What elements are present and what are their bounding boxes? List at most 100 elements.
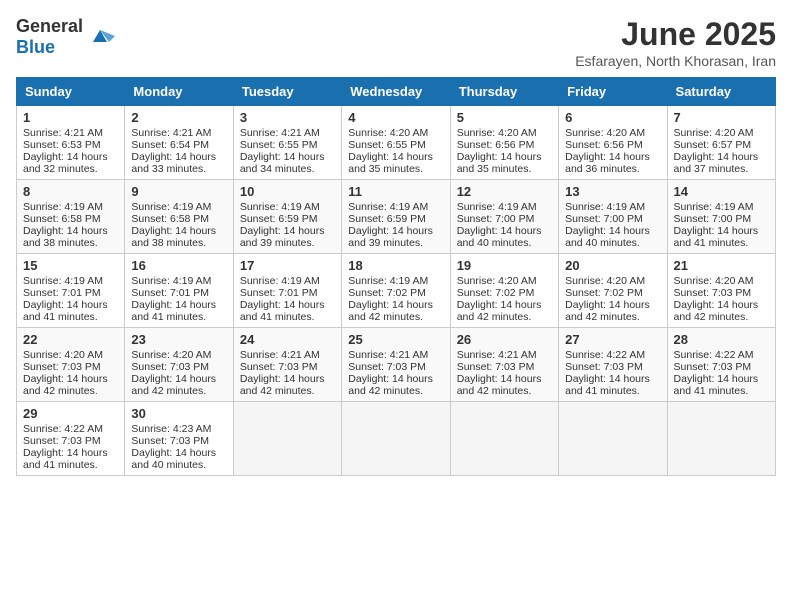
day-detail: Daylight: 14 hours: [565, 151, 660, 163]
day-detail: Daylight: 14 hours: [131, 373, 226, 385]
weekday-monday: Monday: [125, 78, 233, 106]
day-detail: and 40 minutes.: [565, 237, 660, 249]
day-detail: Sunset: 7:03 PM: [23, 361, 118, 373]
day-detail: and 39 minutes.: [240, 237, 335, 249]
calendar-cell: 10Sunrise: 4:19 AMSunset: 6:59 PMDayligh…: [233, 180, 341, 254]
weekday-sunday: Sunday: [17, 78, 125, 106]
calendar-cell: 24Sunrise: 4:21 AMSunset: 7:03 PMDayligh…: [233, 328, 341, 402]
day-detail: Daylight: 14 hours: [674, 225, 769, 237]
day-detail: Sunrise: 4:21 AM: [131, 127, 226, 139]
calendar-cell: 22Sunrise: 4:20 AMSunset: 7:03 PMDayligh…: [17, 328, 125, 402]
day-detail: and 39 minutes.: [348, 237, 443, 249]
day-detail: Daylight: 14 hours: [457, 225, 552, 237]
day-detail: Sunset: 6:56 PM: [457, 139, 552, 151]
day-detail: and 42 minutes.: [240, 385, 335, 397]
day-detail: Daylight: 14 hours: [23, 151, 118, 163]
day-detail: Sunset: 7:03 PM: [674, 287, 769, 299]
calendar-cell: 6Sunrise: 4:20 AMSunset: 6:56 PMDaylight…: [559, 106, 667, 180]
day-detail: Sunrise: 4:21 AM: [348, 349, 443, 361]
day-detail: Sunrise: 4:21 AM: [457, 349, 552, 361]
day-detail: Daylight: 14 hours: [674, 151, 769, 163]
weekday-tuesday: Tuesday: [233, 78, 341, 106]
day-number: 5: [457, 110, 552, 125]
day-detail: Daylight: 14 hours: [23, 225, 118, 237]
day-detail: Daylight: 14 hours: [348, 373, 443, 385]
day-number: 20: [565, 258, 660, 273]
day-number: 2: [131, 110, 226, 125]
day-detail: Sunset: 6:59 PM: [240, 213, 335, 225]
calendar-cell: [450, 402, 558, 476]
calendar-cell: [667, 402, 775, 476]
day-detail: and 38 minutes.: [131, 237, 226, 249]
day-detail: Sunrise: 4:19 AM: [565, 201, 660, 213]
day-detail: and 42 minutes.: [23, 385, 118, 397]
day-detail: Sunset: 7:00 PM: [457, 213, 552, 225]
calendar-cell: 16Sunrise: 4:19 AMSunset: 7:01 PMDayligh…: [125, 254, 233, 328]
day-detail: Daylight: 14 hours: [565, 225, 660, 237]
calendar-cell: 17Sunrise: 4:19 AMSunset: 7:01 PMDayligh…: [233, 254, 341, 328]
day-detail: Sunrise: 4:21 AM: [23, 127, 118, 139]
calendar-cell: 7Sunrise: 4:20 AMSunset: 6:57 PMDaylight…: [667, 106, 775, 180]
day-number: 29: [23, 406, 118, 421]
day-detail: Sunrise: 4:19 AM: [457, 201, 552, 213]
day-detail: Sunrise: 4:22 AM: [23, 423, 118, 435]
calendar-cell: 15Sunrise: 4:19 AMSunset: 7:01 PMDayligh…: [17, 254, 125, 328]
day-detail: Sunset: 7:02 PM: [565, 287, 660, 299]
day-detail: Sunset: 7:03 PM: [23, 435, 118, 447]
day-detail: and 42 minutes.: [131, 385, 226, 397]
day-detail: Sunrise: 4:19 AM: [131, 201, 226, 213]
day-detail: Daylight: 14 hours: [457, 373, 552, 385]
day-detail: Sunset: 7:01 PM: [240, 287, 335, 299]
day-detail: and 40 minutes.: [131, 459, 226, 471]
day-detail: and 32 minutes.: [23, 163, 118, 175]
day-detail: Daylight: 14 hours: [348, 151, 443, 163]
day-detail: Sunrise: 4:20 AM: [565, 127, 660, 139]
calendar-cell: 26Sunrise: 4:21 AMSunset: 7:03 PMDayligh…: [450, 328, 558, 402]
day-detail: Sunrise: 4:20 AM: [565, 275, 660, 287]
day-number: 8: [23, 184, 118, 199]
day-detail: and 41 minutes.: [131, 311, 226, 323]
day-detail: Daylight: 14 hours: [674, 299, 769, 311]
day-detail: Sunrise: 4:19 AM: [348, 201, 443, 213]
logo: General Blue: [16, 16, 115, 58]
day-detail: Daylight: 14 hours: [240, 225, 335, 237]
day-detail: Sunset: 7:03 PM: [131, 361, 226, 373]
logo-icon: [85, 22, 115, 52]
day-detail: Sunrise: 4:21 AM: [240, 127, 335, 139]
title-area: June 2025 Esfarayen, North Khorasan, Ira…: [575, 16, 776, 69]
location-subtitle: Esfarayen, North Khorasan, Iran: [575, 53, 776, 69]
day-detail: and 42 minutes.: [457, 385, 552, 397]
day-detail: Sunset: 6:58 PM: [23, 213, 118, 225]
calendar-cell: 29Sunrise: 4:22 AMSunset: 7:03 PMDayligh…: [17, 402, 125, 476]
calendar-cell: 8Sunrise: 4:19 AMSunset: 6:58 PMDaylight…: [17, 180, 125, 254]
day-number: 1: [23, 110, 118, 125]
day-detail: Daylight: 14 hours: [131, 447, 226, 459]
day-detail: and 36 minutes.: [565, 163, 660, 175]
month-year-title: June 2025: [575, 16, 776, 53]
weekday-friday: Friday: [559, 78, 667, 106]
day-detail: Sunset: 6:57 PM: [674, 139, 769, 151]
calendar-body: 1Sunrise: 4:21 AMSunset: 6:53 PMDaylight…: [17, 106, 776, 476]
day-detail: Sunset: 7:00 PM: [565, 213, 660, 225]
day-detail: Sunset: 6:53 PM: [23, 139, 118, 151]
day-detail: Sunrise: 4:19 AM: [240, 201, 335, 213]
day-number: 18: [348, 258, 443, 273]
day-detail: and 41 minutes.: [674, 237, 769, 249]
day-detail: and 42 minutes.: [348, 385, 443, 397]
calendar-cell: 14Sunrise: 4:19 AMSunset: 7:00 PMDayligh…: [667, 180, 775, 254]
calendar-cell: 11Sunrise: 4:19 AMSunset: 6:59 PMDayligh…: [342, 180, 450, 254]
day-number: 21: [674, 258, 769, 273]
calendar-cell: 21Sunrise: 4:20 AMSunset: 7:03 PMDayligh…: [667, 254, 775, 328]
day-detail: Sunrise: 4:22 AM: [565, 349, 660, 361]
week-row-4: 22Sunrise: 4:20 AMSunset: 7:03 PMDayligh…: [17, 328, 776, 402]
day-detail: and 41 minutes.: [23, 311, 118, 323]
day-detail: Sunrise: 4:20 AM: [348, 127, 443, 139]
day-detail: Sunset: 6:55 PM: [240, 139, 335, 151]
weekday-header-row: SundayMondayTuesdayWednesdayThursdayFrid…: [17, 78, 776, 106]
day-number: 30: [131, 406, 226, 421]
calendar-cell: 4Sunrise: 4:20 AMSunset: 6:55 PMDaylight…: [342, 106, 450, 180]
day-detail: Daylight: 14 hours: [240, 373, 335, 385]
day-number: 27: [565, 332, 660, 347]
day-detail: Sunset: 6:58 PM: [131, 213, 226, 225]
day-number: 28: [674, 332, 769, 347]
